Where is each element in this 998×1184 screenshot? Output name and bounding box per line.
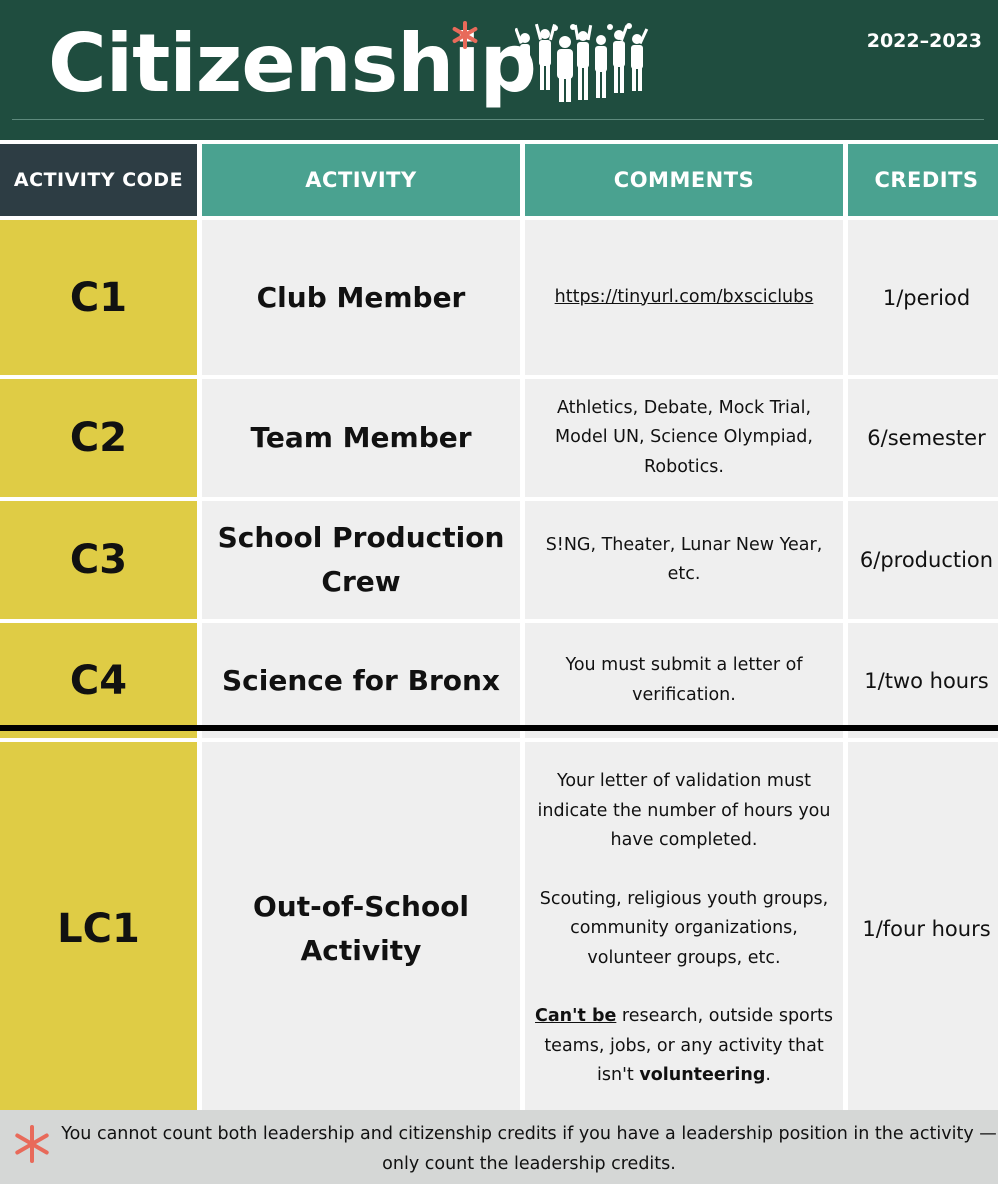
clubs-link[interactable]: https://tinyurl.com/bxsciclubs xyxy=(555,283,814,313)
activity-comment: Athletics, Debate, Mock Trial, Model UN,… xyxy=(525,379,843,497)
activity-name: School Production Crew xyxy=(202,501,520,619)
header-banner: Citizenship 2022–2023 xyxy=(0,0,998,140)
asterisk-icon xyxy=(452,21,478,49)
activity-name: Team Member xyxy=(202,379,520,497)
activity-comment: https://tinyurl.com/bxsciclubs xyxy=(525,220,843,375)
activity-comment: Your letter of validation must indicate … xyxy=(525,742,843,1116)
activity-name: Club Member xyxy=(202,220,520,375)
volunteering-emphasis: volunteering xyxy=(639,1065,766,1086)
cant-be-emphasis: Can't be xyxy=(535,1006,617,1027)
section-divider xyxy=(0,725,998,731)
activity-credits: 1/four hours xyxy=(848,742,998,1116)
activity-name: Science for Bronx xyxy=(202,623,520,738)
header-divider xyxy=(12,119,984,120)
footer-text: You cannot count both leadership and cit… xyxy=(61,1124,997,1174)
comment-paragraph: Can't be research, outside sports teams,… xyxy=(535,1002,833,1091)
school-year: 2022–2023 xyxy=(866,30,982,52)
activity-credits: 1/two hours xyxy=(848,623,998,738)
activity-code: C3 xyxy=(0,501,197,619)
header-credits: CREDITS xyxy=(848,144,998,216)
asterisk-icon xyxy=(15,1125,49,1163)
comment-paragraph: Scouting, religious youth groups, commun… xyxy=(539,888,829,968)
comment-paragraph: Your letter of validation must indicate … xyxy=(537,771,831,851)
header-activity-code: ACTIVITY CODE xyxy=(0,144,197,216)
activity-credits: 6/production xyxy=(848,501,998,619)
activity-credits: 6/semester xyxy=(848,379,998,497)
crowd-icon xyxy=(515,23,649,102)
activity-credits: 1/period xyxy=(848,220,998,375)
footer-note: You cannot count both leadership and cit… xyxy=(0,1110,998,1184)
header-comments: COMMENTS xyxy=(525,144,843,216)
credits-table: ACTIVITY CODE ACTIVITY COMMENTS CREDITS … xyxy=(0,144,998,1116)
activity-code: LC1 xyxy=(0,742,197,1116)
activity-code: C4 xyxy=(0,623,197,738)
comment-text: . xyxy=(765,1065,771,1086)
activity-code: C2 xyxy=(0,379,197,497)
activity-comment: S!NG, Theater, Lunar New Year, etc. xyxy=(525,501,843,619)
header-activity: ACTIVITY xyxy=(202,144,520,216)
activity-comment: You must submit a letter of verification… xyxy=(525,623,843,738)
activity-name: Out-of-School Activity xyxy=(202,742,520,1116)
activity-code: C1 xyxy=(0,220,197,375)
